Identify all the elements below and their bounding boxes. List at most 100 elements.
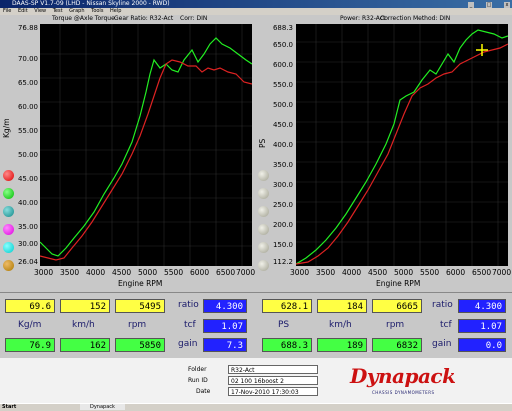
left-y-tick: 45.00	[17, 175, 38, 183]
power-graph	[295, 24, 509, 266]
unit-label: rpm	[128, 320, 147, 330]
speed-value: 184	[317, 299, 367, 313]
date-label: Date	[196, 388, 211, 395]
left-x-tick: 4500	[112, 268, 132, 277]
grid	[40, 24, 252, 266]
run-selector-empty[interactable]	[258, 170, 269, 181]
left-y-axis-title: Kg/m	[2, 118, 11, 138]
left-y-tick: 70.00	[17, 55, 38, 63]
gain-value: 0.0	[458, 338, 506, 352]
speed-value: 152	[60, 299, 110, 313]
left-y-tick: 65.00	[17, 79, 38, 87]
run-selector-cyan[interactable]	[3, 242, 14, 253]
run-selector-green[interactable]	[3, 188, 14, 199]
left-graph-header-1: Torque @Axle Torque	[52, 15, 115, 22]
right-y-tick: 450.0	[272, 121, 293, 129]
unit-label: km/h	[329, 320, 352, 330]
tcf-label: tcf	[440, 320, 452, 330]
left-x-tick: 4000	[86, 268, 106, 277]
run-selector-magenta[interactable]	[3, 224, 14, 235]
right-x-tick: 3000	[290, 268, 310, 277]
peak-speed-value: 189	[317, 338, 367, 352]
power-curve-red	[295, 43, 509, 265]
peak-rpm-value: 6832	[372, 338, 422, 352]
run-selector-red[interactable]	[3, 170, 14, 181]
date-field[interactable]: 17-Nov-2010 17:30:03	[228, 387, 318, 396]
peak-power-value: 688.3	[262, 338, 312, 352]
menu-view[interactable]: View	[34, 8, 46, 14]
left-y-tick: 50.00	[17, 151, 38, 159]
start-button[interactable]: Start	[2, 404, 16, 410]
right-y-tick: 688.3	[272, 24, 293, 32]
menu-test[interactable]: Test	[53, 8, 63, 14]
right-x-tick: 4500	[368, 268, 388, 277]
gain-label: gain	[178, 339, 198, 349]
left-graph-header-2: Gear Ratio: R32-Act	[114, 15, 174, 22]
dynapack-logo: Dynapack	[350, 364, 456, 388]
left-x-axis-title: Engine RPM	[118, 279, 163, 288]
left-y-tick: 26.04	[17, 258, 38, 266]
ratio-value: 4.300	[203, 299, 247, 313]
ratio-label: ratio	[178, 300, 199, 310]
run-selector-teal[interactable]	[3, 206, 14, 217]
peak-torque-value: 76.9	[5, 338, 55, 352]
divider	[0, 292, 512, 293]
runid-label: Run ID	[188, 377, 208, 384]
folder-field[interactable]: R32-Act	[228, 365, 318, 374]
logo-subtitle: CHASSIS DYNAMOMETERS	[372, 390, 435, 395]
run-selector-empty[interactable]	[258, 206, 269, 217]
left-x-tick: 6000	[190, 268, 210, 277]
peak-speed-value: 162	[60, 338, 110, 352]
menu-tools[interactable]: Tools	[91, 8, 103, 14]
right-y-tick: 550.0	[272, 81, 293, 89]
unit-label: km/h	[72, 320, 95, 330]
right-graph-header-1: Power: R32-Act	[340, 15, 386, 22]
left-x-tick: 5000	[138, 268, 158, 277]
run-selector-empty[interactable]	[258, 242, 269, 253]
menu-file[interactable]: File	[3, 8, 11, 14]
left-graph-header-3: Corr: DIN	[180, 15, 208, 22]
right-y-tick: 200.0	[272, 221, 293, 229]
menu-edit[interactable]: Edit	[18, 8, 28, 14]
tcf-label: tcf	[184, 320, 196, 330]
left-y-tick: 40.00	[17, 199, 38, 207]
run-selector-empty[interactable]	[258, 188, 269, 199]
right-x-tick: 5500	[420, 268, 440, 277]
left-x-tick: 6500	[216, 268, 236, 277]
right-x-tick: 3500	[316, 268, 336, 277]
tcf-value: 1.07	[458, 319, 506, 333]
left-y-tick: 55.00	[17, 127, 38, 135]
menu-graph[interactable]: Graph	[69, 8, 84, 14]
left-y-tick: 76.88	[17, 24, 38, 32]
taskbar-item-dynapack[interactable]: Dynapack	[80, 404, 125, 410]
left-x-tick: 7000	[236, 268, 256, 277]
right-y-tick: 500.0	[272, 101, 293, 109]
torque-graph	[39, 24, 253, 266]
gain-value: 7.3	[203, 338, 247, 352]
ratio-label: ratio	[432, 300, 453, 310]
right-y-axis-title: PS	[258, 138, 267, 148]
rpm-value: 5495	[115, 299, 165, 313]
runid-field[interactable]: 02 100 16boost 2	[228, 376, 318, 385]
right-y-tick: 400.0	[272, 141, 293, 149]
run-selector-empty[interactable]	[258, 224, 269, 235]
right-y-tick: 600.0	[272, 61, 293, 69]
run-selector-orange[interactable]	[3, 260, 14, 271]
right-x-tick: 5000	[394, 268, 414, 277]
title-bar: DAAS-SP V1.7-09 (LHD - Nissan Skyline 20…	[0, 0, 512, 8]
torque-graph-panel[interactable]	[39, 24, 253, 266]
peak-rpm-value: 5850	[115, 338, 165, 352]
run-selector-empty[interactable]	[258, 260, 269, 271]
right-y-tick: 112.2	[272, 258, 293, 266]
power-curve-green	[295, 29, 509, 265]
torque-value: 69.6	[5, 299, 55, 313]
left-x-tick: 3000	[34, 268, 54, 277]
unit-label: PS	[278, 320, 290, 330]
menu-help[interactable]: Help	[110, 8, 121, 14]
ratio-value: 4.300	[458, 299, 506, 313]
left-y-tick: 60.00	[17, 103, 38, 111]
tcf-value: 1.07	[203, 319, 247, 333]
right-y-tick: 150.0	[272, 241, 293, 249]
power-graph-panel[interactable]	[295, 24, 509, 266]
right-x-tick: 4000	[342, 268, 362, 277]
